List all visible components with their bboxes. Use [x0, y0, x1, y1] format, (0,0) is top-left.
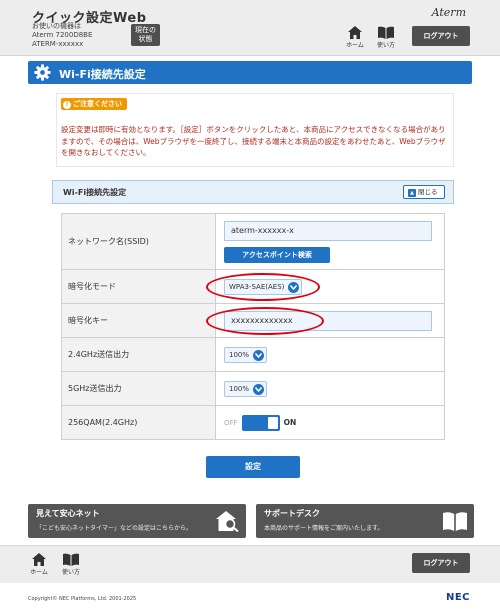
collapse-label: 閉じる	[418, 188, 438, 196]
access-point-search-button[interactable]: アクセスポイント検索	[224, 246, 330, 263]
logout-button[interactable]: ログアウト	[412, 26, 470, 46]
footer-home-label: ホーム	[30, 569, 48, 576]
highlight-encryption-ellipse	[206, 273, 320, 301]
power5-select[interactable]: 100%	[224, 380, 268, 397]
qam-toggle[interactable]	[241, 414, 280, 431]
ssid-input[interactable]: aterm-xxxxxx-x	[224, 220, 432, 241]
qam-label: 256QAM(2.4GHz)	[61, 405, 216, 440]
nec-logo: NEC	[445, 592, 470, 603]
collapse-button[interactable]: ▲ 閉じる	[403, 185, 445, 199]
power24-row: 2.4GHz送信出力 100%	[61, 337, 445, 372]
notice-box: ! ご注意ください 設定変更は即時に有効となります。［設定］ボタンをクリックしたあ…	[56, 93, 454, 167]
gear-icon	[34, 64, 51, 81]
device-label: お使いの機器は	[32, 22, 81, 30]
notice-text: 設定変更は即時に有効となります。［設定］ボタンをクリックしたあと、本商品にアクセ…	[61, 125, 446, 157]
safe-net-banner[interactable]: 見えて安心ネット 「こども安心ネットタイマー」などの設定はこちらから。	[28, 504, 246, 538]
device-info: お使いの機器は Aterm 7200D8BE ATERM-xxxxxx	[32, 22, 92, 49]
section-header: Wi-Fi接続先設定 ▲ 閉じる	[52, 180, 454, 204]
ssid-row: ネットワーク名(SSID) aterm-xxxxxx-x アクセスポイント検索	[61, 213, 445, 270]
highlight-key-ellipse	[206, 307, 324, 335]
power24-value: 100%	[229, 350, 250, 359]
support-desk-banner[interactable]: サポートデスク 本商品のサポート情報をご案内いたします。	[256, 504, 474, 538]
notice-badge: ! ご注意ください	[61, 98, 127, 110]
notice-badge-label: ご注意ください	[73, 100, 122, 108]
current-status-button[interactable]: 現在の 状態	[131, 24, 160, 46]
power24-label: 2.4GHz送信出力	[61, 337, 216, 372]
book-icon	[443, 512, 467, 531]
qam-row: 256QAM(2.4GHz) OFF ON	[61, 405, 445, 440]
footer-logout-button[interactable]: ログアウト	[412, 553, 470, 573]
usage-label: 使い方	[376, 42, 395, 49]
book-icon	[378, 26, 394, 39]
home-nav[interactable]: ホーム	[343, 26, 367, 49]
power5-label: 5GHz送信出力	[61, 371, 216, 406]
footer-home-nav[interactable]: ホーム	[27, 553, 51, 576]
power24-select[interactable]: 100%	[224, 346, 268, 363]
apply-button[interactable]: 設定	[206, 456, 300, 478]
brand-logo: Aterm	[431, 6, 466, 19]
toggle-on-label: ON	[283, 418, 297, 427]
home-label: ホーム	[346, 42, 364, 49]
home-icon	[348, 26, 362, 39]
status-line2: 状態	[138, 35, 153, 43]
footer-usage-nav[interactable]: 使い方	[59, 553, 83, 576]
home-icon	[32, 553, 46, 566]
support-desk-title: サポートデスク	[264, 509, 320, 518]
exclamation-icon: !	[63, 101, 71, 109]
toggle-off-label: OFF	[224, 418, 238, 427]
ssid-label: ネットワーク名(SSID)	[61, 213, 216, 270]
chevron-down-icon	[253, 349, 265, 361]
power5-row: 5GHz送信出力 100%	[61, 371, 445, 406]
device-ssid: ATERM-xxxxxx	[32, 40, 84, 48]
key-label: 暗号化キー	[61, 303, 216, 338]
book-icon	[63, 553, 79, 566]
status-line1: 現在の	[135, 26, 156, 34]
page-title: Wi-Fi接続先設定	[59, 68, 146, 81]
safe-net-subtitle: 「こども安心ネットタイマー」などの設定はこちらから。	[36, 525, 193, 532]
power5-value: 100%	[229, 384, 250, 393]
page-title-bar: Wi-Fi接続先設定	[28, 61, 472, 84]
home-search-icon	[216, 511, 239, 532]
support-desk-subtitle: 本商品のサポート情報をご案内いたします。	[264, 525, 384, 532]
safe-net-title: 見えて安心ネット	[36, 509, 100, 518]
encryption-label: 暗号化モード	[61, 269, 216, 304]
header: クイック設定Web お使いの機器は Aterm 7200D8BE ATERM-x…	[0, 0, 500, 56]
copyright: Copyright© NEC Platforms, Ltd. 2001-2025	[28, 596, 137, 602]
toggle-knob	[267, 416, 278, 429]
chevron-down-icon	[253, 383, 265, 395]
footer: ホーム 使い方 ログアウト	[0, 545, 500, 583]
footer-usage-label: 使い方	[61, 569, 80, 576]
section-title: Wi-Fi接続先設定	[63, 188, 127, 197]
device-model: Aterm 7200D8BE	[32, 31, 93, 39]
usage-nav[interactable]: 使い方	[374, 26, 398, 49]
chevron-up-icon: ▲	[408, 189, 416, 197]
